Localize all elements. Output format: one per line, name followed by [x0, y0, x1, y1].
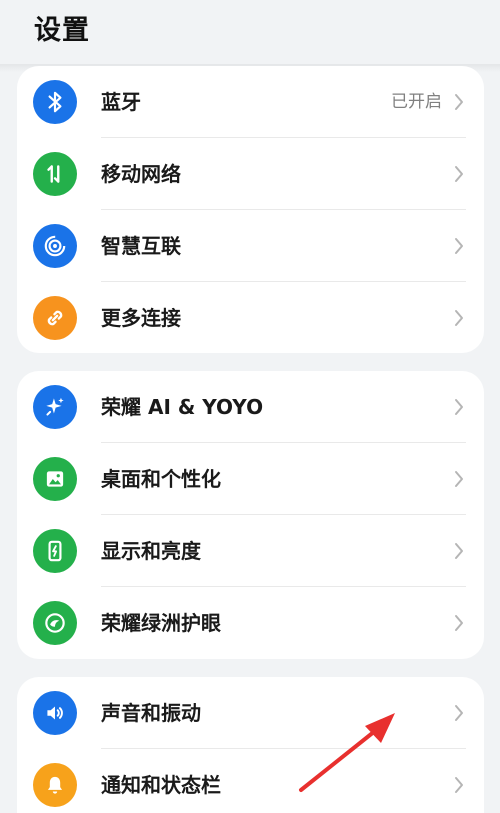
settings-item-eye-comfort[interactable]: 荣耀绿洲护眼 [17, 587, 484, 659]
chevron-right-icon [455, 615, 463, 631]
honor-ai-yoyo-label: 荣耀 AI & YOYO [101, 395, 264, 419]
chevron-right-icon [455, 543, 463, 559]
chevron-right-icon [455, 705, 463, 721]
smart-connect-icon [33, 224, 77, 268]
settings-item-sound-vibration[interactable]: 声音和振动 [17, 677, 484, 749]
chevron-right-icon [455, 471, 463, 487]
settings-item-bluetooth[interactable]: 蓝牙 已开启 [17, 66, 484, 138]
display-brightness-label: 显示和亮度 [101, 539, 201, 563]
mobile-data-icon [33, 152, 77, 196]
chevron-right-icon [455, 166, 463, 182]
image-icon [33, 457, 77, 501]
chevron-right-icon [455, 310, 463, 326]
eye-comfort-label: 荣耀绿洲护眼 [101, 611, 221, 635]
chevron-right-icon [455, 238, 463, 254]
bluetooth-status: 已开启 [391, 92, 442, 112]
notifications-statusbar-label: 通知和状态栏 [101, 773, 221, 797]
sparkle-icon [33, 385, 77, 429]
bluetooth-icon [33, 80, 77, 124]
display-brightness-icon [33, 529, 77, 573]
settings-item-mobile-network[interactable]: 移动网络 [17, 138, 484, 210]
sound-vibration-label: 声音和振动 [101, 701, 201, 725]
bell-icon [33, 763, 77, 807]
speaker-icon [33, 691, 77, 735]
settings-item-honor-ai-yoyo[interactable]: 荣耀 AI & YOYO [17, 371, 484, 443]
settings-group-sound-notifications: 声音和振动 通知和状态栏 [17, 677, 484, 813]
settings-group-personalization: 荣耀 AI & YOYO 桌面和个性化 显示和亮度 荣耀绿洲护眼 [17, 371, 484, 659]
eye-comfort-icon [33, 601, 77, 645]
settings-item-desktop-personalization[interactable]: 桌面和个性化 [17, 443, 484, 515]
settings-item-more-connections[interactable]: 更多连接 [17, 282, 484, 353]
bluetooth-label: 蓝牙 [101, 90, 141, 114]
smart-connect-label: 智慧互联 [101, 234, 181, 258]
settings-item-notifications-statusbar[interactable]: 通知和状态栏 [17, 749, 484, 813]
chevron-right-icon [455, 94, 463, 110]
more-connections-label: 更多连接 [101, 306, 181, 330]
chevron-right-icon [455, 777, 463, 793]
settings-item-smart-connect[interactable]: 智慧互联 [17, 210, 484, 282]
link-icon [33, 296, 77, 340]
settings-group-connectivity: 蓝牙 已开启 移动网络 智慧互联 更多连接 [17, 66, 484, 353]
desktop-personalization-label: 桌面和个性化 [101, 467, 221, 491]
settings-item-display-brightness[interactable]: 显示和亮度 [17, 515, 484, 587]
chevron-right-icon [455, 399, 463, 415]
header: 设置 [0, 0, 500, 66]
page-title: 设置 [34, 15, 90, 46]
mobile-network-label: 移动网络 [101, 162, 181, 186]
